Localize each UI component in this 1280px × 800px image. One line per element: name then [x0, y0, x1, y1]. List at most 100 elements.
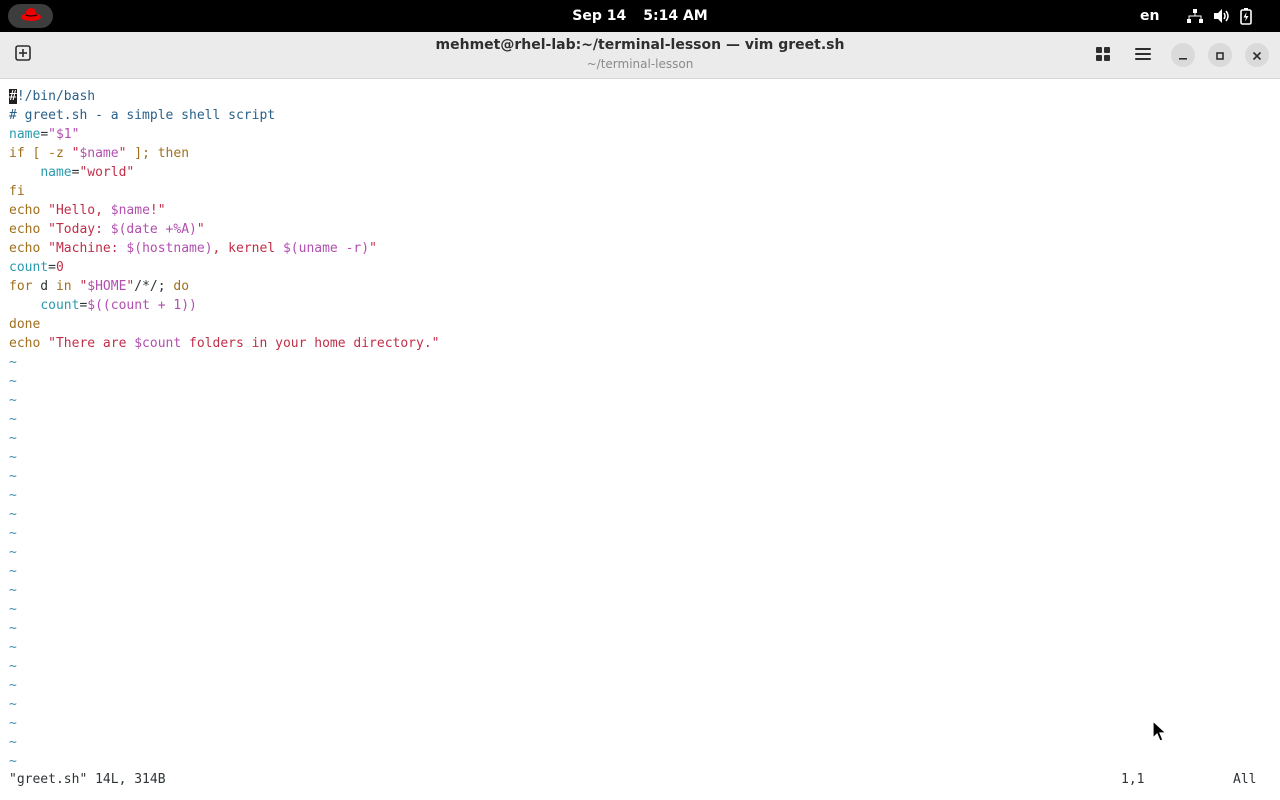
code-line: echo "Hello, $name!": [9, 201, 166, 220]
scroll-position: All: [1233, 772, 1257, 787]
text-cursor: #: [9, 89, 17, 104]
code-token: "There are: [48, 336, 135, 351]
empty-line-marker: ~: [9, 488, 17, 503]
code-token: echo: [9, 222, 41, 237]
empty-line-marker: ~: [9, 412, 17, 427]
system-menu[interactable]: [1186, 0, 1261, 32]
empty-line-marker: ~: [9, 355, 17, 370]
code-token: "world": [79, 165, 135, 180]
empty-line-marker: ~: [9, 450, 17, 465]
volume-icon: [1213, 8, 1231, 24]
code-token: count: [40, 298, 80, 313]
code-token: /*/;: [134, 279, 174, 294]
code-line: echo "There are $count folders in your h…: [9, 334, 439, 353]
vim-editor[interactable]: #!/bin/bash # greet.sh - a simple shell s…: [0, 79, 1280, 769]
code-line: count=$((count + 1)): [9, 296, 197, 315]
empty-line-marker: ~: [9, 431, 17, 446]
code-token: name: [9, 127, 41, 142]
code-token: $((count + 1)): [87, 298, 197, 313]
file-info: "greet.sh" 14L, 314B: [9, 772, 166, 787]
code-token: $(uname -r): [282, 241, 370, 256]
main-menu-button[interactable]: [1128, 40, 1158, 70]
code-token: $name: [79, 146, 119, 161]
empty-line-marker: ~: [9, 564, 17, 579]
code-token: ]; then: [126, 146, 190, 161]
empty-line-marker: ~: [9, 469, 17, 484]
clock-date: Sep 14: [572, 8, 627, 24]
clock-time: 5:14 AM: [643, 8, 708, 24]
code-token: folders in your home directory.": [181, 336, 440, 351]
code-token: name: [40, 165, 72, 180]
code-token: "$1": [48, 127, 80, 142]
code-line: name="world": [9, 163, 134, 182]
empty-line-marker: ~: [9, 678, 17, 693]
code-token: fi: [9, 184, 25, 199]
code-line: echo "Machine: $(hostname), kernel $(una…: [9, 239, 377, 258]
code-token: echo: [9, 336, 41, 351]
code-token: echo: [9, 241, 41, 256]
empty-line-marker: ~: [9, 659, 17, 674]
close-button[interactable]: [1245, 43, 1269, 67]
view-tabs-button[interactable]: [1088, 40, 1118, 70]
code-token: ": [196, 222, 205, 237]
empty-line-marker: ~: [9, 640, 17, 655]
empty-line-marker: ~: [9, 716, 17, 731]
code-token: done: [9, 317, 41, 332]
code-token: [ -z: [24, 146, 72, 161]
code-token: $HOME: [87, 279, 127, 294]
code-token: echo: [9, 203, 41, 218]
code-token: in: [55, 279, 72, 294]
clock[interactable]: Sep 14 5:14 AM: [0, 0, 1280, 32]
code-token: $name: [110, 203, 150, 218]
code-token: $(date +%A): [110, 222, 197, 237]
empty-line-marker: ~: [9, 393, 17, 408]
code-token: $(hostname): [126, 241, 213, 256]
code-token: do: [173, 279, 190, 294]
hamburger-menu-icon: [1135, 46, 1151, 65]
empty-line-marker: ~: [9, 583, 17, 598]
network-icon: [1186, 8, 1204, 24]
battery-icon: [1240, 7, 1252, 25]
code-token: "Machine:: [48, 241, 127, 256]
empty-line-marker: ~: [9, 545, 17, 560]
language-indicator[interactable]: en: [1140, 0, 1159, 32]
code-token: =: [40, 127, 49, 142]
code-line: done: [9, 315, 40, 334]
cursor-position: 1,1: [1121, 772, 1145, 787]
view-grid-icon: [1096, 46, 1110, 65]
code-token: count: [9, 260, 49, 275]
code-line: if [ -z "$name" ]; then: [9, 144, 189, 163]
maximize-button[interactable]: [1208, 43, 1232, 67]
empty-line-marker: ~: [9, 735, 17, 750]
vim-status-line: "greet.sh" 14L, 314B 1,1 All: [0, 770, 1280, 792]
code-token: ": [369, 241, 377, 256]
code-token: $count: [134, 336, 182, 351]
code-line: for d in "$HOME"/*/; do: [9, 277, 189, 296]
code-token: d: [32, 279, 56, 294]
close-icon: [1252, 46, 1262, 65]
code-token: if: [9, 146, 25, 161]
code-line: name="$1": [9, 125, 79, 144]
code-token: , kernel: [212, 241, 283, 256]
code-line: echo "Today: $(date +%A)": [9, 220, 205, 239]
code-token: 0: [55, 260, 64, 275]
code-token: # greet.sh - a simple shell script: [9, 108, 276, 123]
code-token: "Today:: [48, 222, 111, 237]
empty-line-marker: ~: [9, 374, 17, 389]
empty-line-marker: ~: [9, 507, 17, 522]
top-bar: Sep 14 5:14 AM en: [0, 0, 1280, 32]
empty-line-marker: ~: [9, 697, 17, 712]
mouse-pointer-icon: [1152, 719, 1168, 744]
empty-line-marker: ~: [9, 526, 17, 541]
minimize-button[interactable]: [1171, 43, 1195, 67]
empty-line-marker: ~: [9, 621, 17, 636]
code-token: "Hello,: [48, 203, 111, 218]
code-line: fi: [9, 182, 25, 201]
code-line: #!/bin/bash: [9, 87, 95, 106]
empty-line-marker: ~: [9, 602, 17, 617]
code-token: =: [48, 260, 56, 275]
